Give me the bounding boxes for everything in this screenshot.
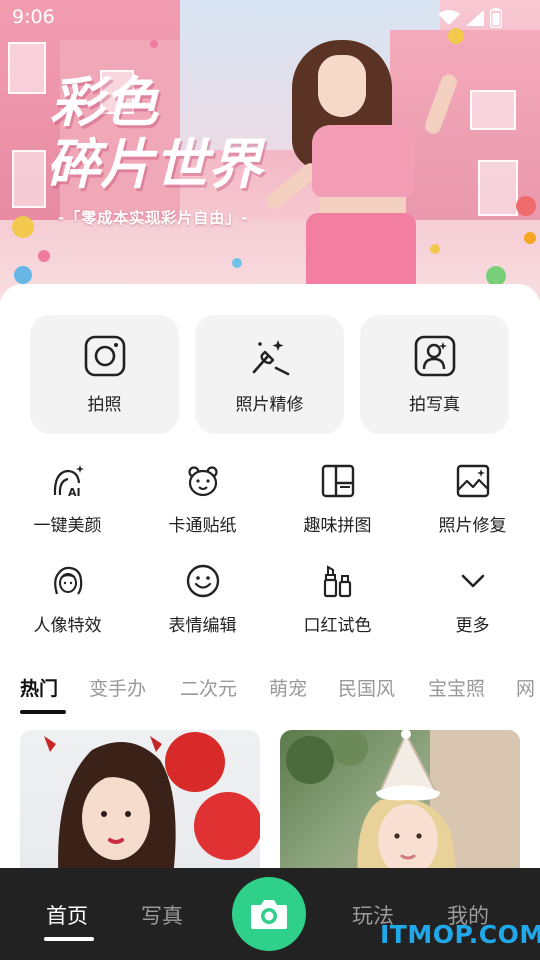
tool-label: 照片修复 xyxy=(438,516,507,536)
watermark: ITMOP.COM xyxy=(380,920,540,949)
portrait-shoot-button[interactable]: 拍写真 xyxy=(360,315,509,434)
photo-retouch-button[interactable]: 照片精修 xyxy=(195,315,344,434)
collage-icon xyxy=(321,464,354,498)
tools-row: AI 一键美颜 卡通贴纸 趣味拼图 照片修复 xyxy=(0,459,540,559)
take-photo-button[interactable]: 拍照 xyxy=(30,315,179,434)
wifi-icon xyxy=(438,10,460,25)
tool-more[interactable]: 更多 xyxy=(405,559,540,659)
hero-subtitle: -「零成本实现彩片自由」- xyxy=(58,209,249,227)
tool-label: 表情编辑 xyxy=(168,616,237,636)
main-content: 拍照 照片精修 拍写真 AI 一键美颜 卡通贴纸 趣味拼图 照片修复 人像特效 … xyxy=(0,284,540,900)
photo-restore-icon xyxy=(456,464,489,498)
confetti-ball xyxy=(14,266,32,284)
status-bar: 9:06 xyxy=(0,0,540,36)
lipstick-icon xyxy=(323,565,351,598)
tools-grid: AI 一键美颜 卡通贴纸 趣味拼图 照片修复 人像特效 表情编辑 口红试色 更多 xyxy=(0,459,540,659)
hero-window xyxy=(470,90,516,130)
confetti-ball xyxy=(516,196,536,216)
hero-model-face xyxy=(318,55,366,117)
tool-label: 卡通贴纸 xyxy=(168,516,237,536)
nav-portrait[interactable]: 写真 xyxy=(141,900,183,930)
nav-active-indicator xyxy=(44,937,94,941)
camera-icon xyxy=(84,335,125,377)
hero-banner[interactable]: 彩色 碎片世界 -「零成本实现彩片自由」- xyxy=(0,0,540,300)
confetti-ball xyxy=(524,232,536,244)
tool-one-click-beauty[interactable]: AI 一键美颜 xyxy=(0,459,135,559)
nav-home[interactable]: 首页 xyxy=(46,900,88,930)
hero-window xyxy=(12,150,46,208)
camera-shutter-button[interactable] xyxy=(232,877,306,951)
svg-text:AI: AI xyxy=(68,486,81,499)
tab-figure[interactable]: 变手办 xyxy=(89,674,146,701)
tool-label: 更多 xyxy=(455,616,490,636)
smile-icon xyxy=(186,564,219,598)
category-tabs: 热门 变手办 二次元 萌宠 民国风 宝宝照 网 xyxy=(0,672,540,716)
ai-beauty-icon: AI xyxy=(53,465,84,499)
chevron-down-icon xyxy=(461,574,484,588)
confetti-ball xyxy=(38,250,50,262)
hero-window xyxy=(8,42,46,94)
tool-emoji-edit[interactable]: 表情编辑 xyxy=(135,559,270,659)
tool-label: 口红试色 xyxy=(303,616,372,636)
signal-icon xyxy=(466,10,484,26)
hero-window xyxy=(478,160,518,216)
bear-icon xyxy=(187,466,218,497)
photo-retouch-label: 照片精修 xyxy=(235,395,304,415)
hero-title-line1: 彩色 xyxy=(50,71,158,134)
face-effect-icon xyxy=(53,566,82,595)
camera-icon xyxy=(251,900,287,929)
tab-baby-photo[interactable]: 宝宝照 xyxy=(428,674,485,701)
tool-fun-collage[interactable]: 趣味拼图 xyxy=(270,459,405,559)
tool-cartoon-sticker[interactable]: 卡通贴纸 xyxy=(135,459,270,559)
tools-row: 人像特效 表情编辑 口红试色 更多 xyxy=(0,559,540,659)
take-photo-label: 拍照 xyxy=(87,395,122,415)
magic-wand-icon xyxy=(252,340,289,376)
tool-lipstick-try[interactable]: 口红试色 xyxy=(270,559,405,659)
tool-label: 人像特效 xyxy=(33,616,102,636)
tool-label: 趣味拼图 xyxy=(303,516,372,536)
hero-title: 彩色 碎片世界 xyxy=(46,72,276,196)
confetti-ball xyxy=(232,258,242,268)
confetti-ball xyxy=(150,40,158,48)
tab-republic-style[interactable]: 民国风 xyxy=(338,674,395,701)
tab-pets[interactable]: 萌宠 xyxy=(269,674,307,701)
status-icons xyxy=(438,8,502,28)
status-time: 9:06 xyxy=(12,6,55,28)
primary-actions: 拍照 照片精修 拍写真 xyxy=(30,315,509,434)
active-tab-indicator xyxy=(20,710,66,714)
tab-anime[interactable]: 二次元 xyxy=(180,674,237,701)
hero-title-line2: 碎片世界 xyxy=(46,133,262,196)
portrait-shoot-label: 拍写真 xyxy=(409,395,460,415)
tool-portrait-effects[interactable]: 人像特效 xyxy=(0,559,135,659)
battery-icon xyxy=(490,8,502,28)
hero-model-top xyxy=(312,125,414,197)
tool-label: 一键美颜 xyxy=(33,516,102,536)
tool-photo-restore[interactable]: 照片修复 xyxy=(405,459,540,559)
tab-hot[interactable]: 热门 xyxy=(20,674,58,701)
portrait-icon xyxy=(414,335,455,377)
confetti-ball xyxy=(12,216,34,238)
tab-more-partial[interactable]: 网 xyxy=(516,674,535,701)
confetti-ball xyxy=(430,244,440,254)
confetti-ball xyxy=(486,266,506,286)
